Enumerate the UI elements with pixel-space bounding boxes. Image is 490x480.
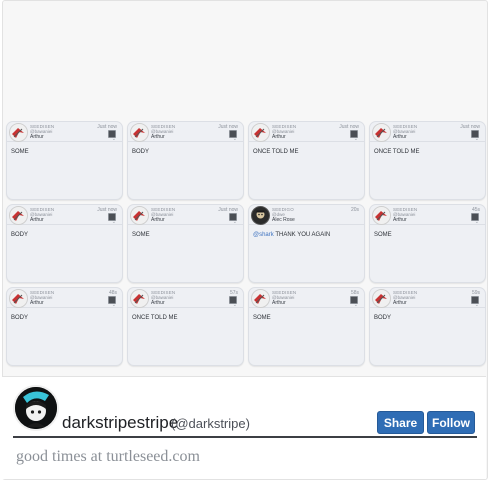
chevron-down-icon[interactable]: ⌄ bbox=[112, 303, 116, 308]
card-header: SEEDISEN @bawaniei Arthur Just now ⌄ bbox=[249, 122, 364, 142]
feed-grid: SEEDISEN @bawaniei Arthur Just now ⌄ SOM… bbox=[6, 121, 486, 366]
mention-link[interactable]: @shark bbox=[253, 232, 274, 238]
card-message: BODY bbox=[11, 232, 29, 238]
feed-card[interactable]: SEEDISEN @bawaniei Arthur Just now ⌄ ONC… bbox=[248, 121, 365, 200]
profile-handle[interactable]: (@darkstripe) bbox=[171, 416, 250, 431]
card-author[interactable]: Arthur bbox=[393, 134, 407, 140]
card-message-text: THANK YOU AGAIN bbox=[273, 232, 331, 238]
card-header: SEEDISEN @bawaniei Arthur 58s ⌄ bbox=[249, 288, 364, 308]
card-author[interactable]: Arthur bbox=[30, 134, 44, 140]
feed-card[interactable]: SEEDISEN @bawaniei Arthur Just now ⌄ SOM… bbox=[6, 121, 123, 200]
chevron-down-icon[interactable]: ⌄ bbox=[233, 303, 237, 308]
card-header: SEEDISEN @bawaniei Arthur 45s ⌄ bbox=[370, 205, 485, 225]
avatar[interactable] bbox=[251, 206, 270, 225]
feed-card[interactable]: SEEDISEN @bawaniei Arthur 58s ⌄ SOME bbox=[248, 287, 365, 366]
avatar[interactable] bbox=[372, 206, 391, 225]
feed-card[interactable]: SEEDISEN @bawaniei Arthur 45s ⌄ SOME bbox=[369, 204, 486, 283]
card-author[interactable]: Arthur bbox=[272, 134, 286, 140]
feed-card[interactable]: SEEDISEN @bawaniei Arthur 59s ⌄ BODY bbox=[369, 287, 486, 366]
share-button[interactable]: Share bbox=[377, 411, 424, 434]
card-message: ONCE TOLD ME bbox=[374, 149, 420, 155]
card-author[interactable]: Arthur bbox=[30, 300, 44, 306]
card-author[interactable]: Alec Rose bbox=[272, 217, 295, 223]
profile-display-name[interactable]: darkstripestripe bbox=[62, 413, 178, 433]
card-header: SEEDISEN @bawaniei Arthur Just now ⌄ bbox=[128, 205, 243, 225]
card-header: SEEDIGO @dwe Alec Rose 20s bbox=[249, 205, 364, 225]
feed-card[interactable]: SEEDISEN @bawaniei Arthur 48s ⌄ BODY bbox=[6, 287, 123, 366]
feed-card[interactable]: SEEDISEN @bawaniei Arthur Just now ⌄ BOD… bbox=[6, 204, 123, 283]
chevron-down-icon[interactable]: ⌄ bbox=[233, 220, 237, 225]
profile-divider bbox=[13, 436, 477, 438]
avatar[interactable] bbox=[130, 289, 149, 308]
card-message: BODY bbox=[132, 149, 150, 155]
card-time: 20s bbox=[350, 207, 359, 213]
feed-card[interactable]: SEEDIGO @dwe Alec Rose 20s @shark THANK … bbox=[248, 204, 365, 283]
chevron-down-icon[interactable]: ⌄ bbox=[112, 220, 116, 225]
avatar[interactable] bbox=[130, 206, 149, 225]
card-message: ONCE TOLD ME bbox=[253, 149, 299, 155]
chevron-down-icon[interactable]: ⌄ bbox=[354, 137, 358, 142]
card-header: SEEDISEN @bawaniei Arthur Just now ⌄ bbox=[7, 122, 122, 142]
feed-card[interactable]: SEEDISEN @bawaniei Arthur Just now ⌄ BOD… bbox=[127, 121, 244, 200]
card-message: SOME bbox=[11, 149, 29, 155]
profile-avatar-art bbox=[15, 387, 57, 429]
card-message: SOME bbox=[374, 232, 392, 238]
card-message: SOME bbox=[253, 315, 271, 321]
chevron-down-icon[interactable]: ⌄ bbox=[475, 303, 479, 308]
card-header: SEEDISEN @bawaniei Arthur 57s ⌄ bbox=[128, 288, 243, 308]
chevron-down-icon[interactable]: ⌄ bbox=[233, 137, 237, 142]
card-header: SEEDISEN @bawaniei Arthur Just now ⌄ bbox=[7, 205, 122, 225]
avatar[interactable] bbox=[372, 289, 391, 308]
card-message: BODY bbox=[11, 315, 29, 321]
card-message: @shark THANK YOU AGAIN bbox=[253, 232, 330, 238]
feed-card[interactable]: SEEDISEN @bawaniei Arthur Just now ⌄ ONC… bbox=[369, 121, 486, 200]
card-message: BODY bbox=[374, 315, 392, 321]
card-author[interactable]: Arthur bbox=[151, 134, 165, 140]
card-message: ONCE TOLD ME bbox=[132, 315, 178, 321]
card-header: SEEDISEN @bawaniei Arthur 59s ⌄ bbox=[370, 288, 485, 308]
avatar[interactable] bbox=[9, 123, 28, 142]
card-header: SEEDISEN @bawaniei Arthur Just now ⌄ bbox=[370, 122, 485, 142]
card-header: SEEDISEN @bawaniei Arthur 48s ⌄ bbox=[7, 288, 122, 308]
card-author[interactable]: Arthur bbox=[393, 300, 407, 306]
avatar[interactable] bbox=[9, 206, 28, 225]
chevron-down-icon[interactable]: ⌄ bbox=[475, 137, 479, 142]
chevron-down-icon[interactable]: ⌄ bbox=[354, 303, 358, 308]
feed-card[interactable]: SEEDISEN @bawaniei Arthur 57s ⌄ ONCE TOL… bbox=[127, 287, 244, 366]
card-message: SOME bbox=[132, 232, 150, 238]
avatar[interactable] bbox=[251, 289, 270, 308]
card-author[interactable]: Arthur bbox=[393, 217, 407, 223]
avatar[interactable] bbox=[130, 123, 149, 142]
card-author[interactable]: Arthur bbox=[272, 300, 286, 306]
follow-button[interactable]: Follow bbox=[427, 411, 475, 434]
card-author[interactable]: Arthur bbox=[30, 217, 44, 223]
chevron-down-icon[interactable]: ⌄ bbox=[475, 220, 479, 225]
profile-tagline: good times at turtleseed.com bbox=[16, 448, 200, 465]
feed-card[interactable]: SEEDISEN @bawaniei Arthur Just now ⌄ SOM… bbox=[127, 204, 244, 283]
chevron-down-icon[interactable]: ⌄ bbox=[112, 137, 116, 142]
avatar[interactable] bbox=[9, 289, 28, 308]
avatar[interactable] bbox=[372, 123, 391, 142]
card-author[interactable]: Arthur bbox=[151, 300, 165, 306]
profile-avatar[interactable] bbox=[13, 385, 59, 431]
avatar[interactable] bbox=[251, 123, 270, 142]
card-author[interactable]: Arthur bbox=[151, 217, 165, 223]
card-header: SEEDISEN @bawaniei Arthur Just now ⌄ bbox=[128, 122, 243, 142]
